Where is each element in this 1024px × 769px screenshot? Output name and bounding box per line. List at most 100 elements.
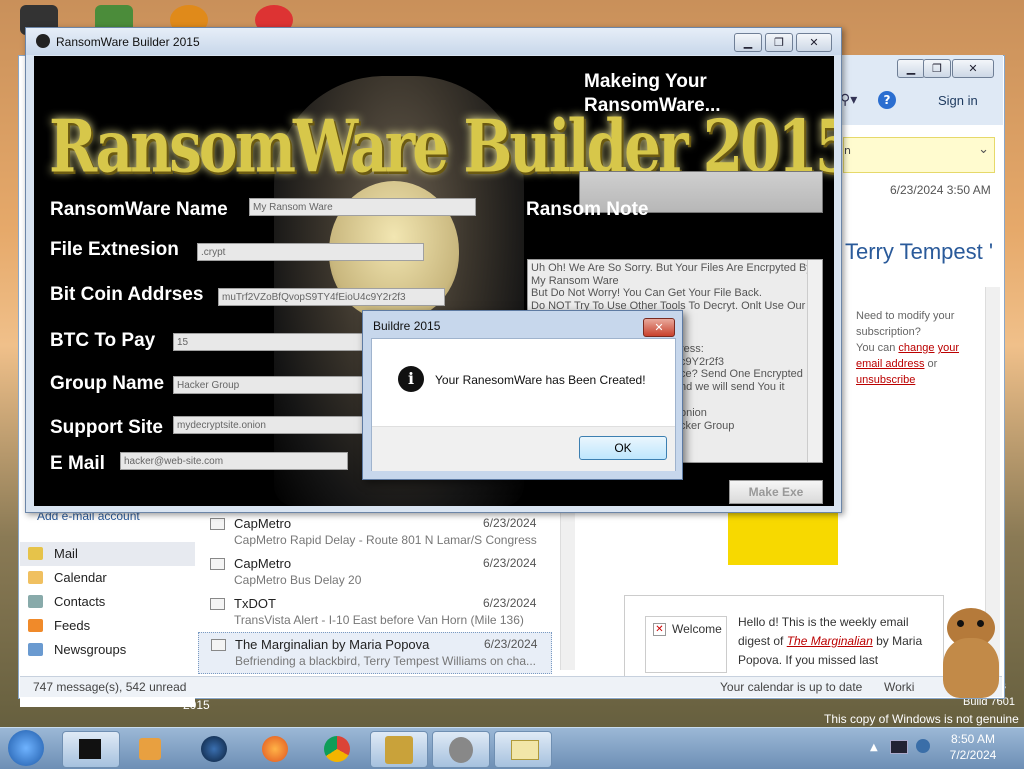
bitcoin-address-label: Bit Coin Addrses [50,284,204,305]
nav-label: Newsgroups [54,642,127,657]
email-field[interactable]: hacker@web-site.com [120,452,348,470]
note-fragment: cker Group [680,419,735,432]
message-subject: TransVista Alert - I-10 East before Van … [234,613,524,627]
envelope-icon [211,639,226,651]
list-item[interactable]: CapMetro 6/23/2024 CapMetro Rapid Delay - … [198,512,576,552]
note-visible-fragments: ress: c9Y2r2f3 ce? Send One Encrypted nd… [680,343,803,432]
work-status: Worki [884,680,915,694]
taskbar-chrome[interactable] [308,731,364,766]
group-name-field[interactable]: Hacker Group [173,376,373,394]
file-extension-label: File Extnesion [50,239,179,260]
list-item[interactable]: TxDOT 6/23/2024 TransVista Alert - I-10 Ea… [198,592,576,632]
nav-contacts[interactable]: Contacts [20,590,195,614]
message-timestamp: 6/23/2024 3:50 AM [890,183,991,197]
info-bar[interactable]: n ⌄ [843,137,995,173]
group-name-label: Group Name [50,373,165,394]
make-exe-button[interactable]: Make Exe [729,480,823,504]
message-date: 6/23/2024 [483,516,537,530]
note-fragment: nd we will send You it [680,380,785,393]
nav-mail[interactable]: Mail [20,542,195,566]
nav-feeds[interactable]: Feeds [20,614,195,638]
network-icon[interactable] [890,740,908,754]
taskbar-mail[interactable] [494,731,552,768]
mail-maximize-button[interactable]: ❐ [923,59,951,78]
nav-label: Contacts [54,594,106,609]
note-scrollbar[interactable] [807,260,822,462]
clock-time: 8:50 AM [950,732,996,746]
calendar-status: Your calendar is up to date [720,680,863,694]
desktop-top-strip [0,0,1024,35]
mail-icon [28,547,43,560]
change-link[interactable]: change [898,342,934,354]
note-line: But Do Not Worry! You Can Get Your File … [531,287,762,299]
taskbar-globe[interactable] [185,731,241,766]
broken-image-icon: ✕ [653,623,666,636]
marginalian-link[interactable]: The Marginalian [787,634,873,648]
note-fragment: ress: [680,343,704,355]
clock-date: 7/2/2024 [949,748,997,762]
note-line: Uh Oh! We Are So Sorry. But Your Files A… [531,262,812,287]
welcome-label: Welcome [672,622,722,636]
dialog-message: Your RanesomWare has Been Created! [435,373,646,387]
welcome-image: ✕ Welcome [645,616,727,673]
bitcoin-address-field[interactable]: muTrf2VZoBfQvopS9TY4fEioU4c9Y2r2f3 [218,288,445,306]
dialog-close-button[interactable]: ✕ [643,318,675,337]
note-fragment: onion [680,407,707,419]
note-fragment: c9Y2r2f3 [680,355,725,368]
ok-button[interactable]: OK [579,436,667,460]
dialog-title: Buildre 2015 [373,319,441,333]
mail-toolbar: ▁ ❐ ✕ ⚲▾ ? Sign in [840,55,1003,125]
info-icon: i [398,366,424,392]
unsubscribe-link[interactable]: unsubscribe [856,374,915,386]
taskbar-firefox[interactable] [246,731,302,766]
file-extension-field[interactable]: .crypt [197,243,424,261]
builder-close-button[interactable]: ✕ [796,33,832,52]
builder-title-bar[interactable]: RansomWare Builder 2015 ▁ ❐ ✕ [26,28,841,55]
message-list-scrollbar[interactable] [560,512,575,670]
nav-label: Mail [54,546,78,561]
clock[interactable]: 8:50 AM 7/2/2024 [942,732,1004,762]
people-icon[interactable]: ⚲▾ [840,92,857,108]
genuine-notice: This copy of Windows is not genuine [824,712,1019,726]
start-button[interactable] [8,730,44,766]
taskbar-sandbox[interactable] [370,731,428,768]
nav-newsgroups[interactable]: Newsgroups [20,638,195,662]
message-heading: Terry Tempest ' [845,239,994,264]
taskbar-ransomware-builder[interactable] [432,731,490,768]
nav-label: Feeds [54,618,91,633]
mail-status-bar: 747 message(s), 542 unread Your calendar… [20,676,1002,697]
message-subject: CapMetro Bus Delay 20 [234,573,362,587]
message-count: 747 message(s), 542 unread [33,680,187,694]
btc-amount-label: BTC To Pay [50,330,156,351]
message-subject: Befriending a blackbird, Terry Tempest W… [235,654,537,668]
rss-icon [28,619,43,632]
taskbar: ▲ 8:50 AM 7/2/2024 [0,727,1024,769]
message-from: CapMetro [234,556,292,571]
builder-maximize-button[interactable]: ❐ [765,33,793,52]
builder-title: RansomWare Builder 2015 [56,35,200,49]
show-hidden-icons[interactable]: ▲ [870,742,878,753]
subscription-text-2: You can [856,342,896,354]
support-site-field[interactable]: mydecryptsite.onion [173,416,373,434]
mail-minimize-button[interactable]: ▁ [897,59,925,78]
taskbar-media-player[interactable] [123,731,179,766]
making-heading: Makeing Your RansomWare... [584,71,721,116]
or-text: or [927,358,938,370]
help-icon[interactable]: ? [878,91,896,109]
dialog-footer: OK [372,426,675,471]
nav-calendar[interactable]: Calendar [20,566,195,590]
taskbar-cmd[interactable] [62,731,120,768]
ransom-note-label: Ransom Note [526,199,649,220]
chevron-down-icon[interactable]: ⌄ [978,142,989,157]
list-item[interactable]: CapMetro 6/23/2024 CapMetro Bus Delay 20 [198,552,576,592]
builder-minimize-button[interactable]: ▁ [734,33,762,52]
volume-icon[interactable] [916,739,930,753]
sign-in-link[interactable]: Sign in [938,93,978,108]
subscription-box: Need to modify your subscription? You ca… [856,308,976,388]
contacts-icon [28,595,43,608]
btc-amount-field[interactable]: 15 [173,333,373,351]
list-item-selected[interactable]: The Marginalian by Maria Popova 6/23/2024… [198,632,552,674]
mail-close-button[interactable]: ✕ [952,59,994,78]
build-complete-dialog: Buildre 2015 ✕ i Your RanesomWare has Be… [362,310,683,480]
ransomware-name-field[interactable]: My Ransom Ware [249,198,476,216]
